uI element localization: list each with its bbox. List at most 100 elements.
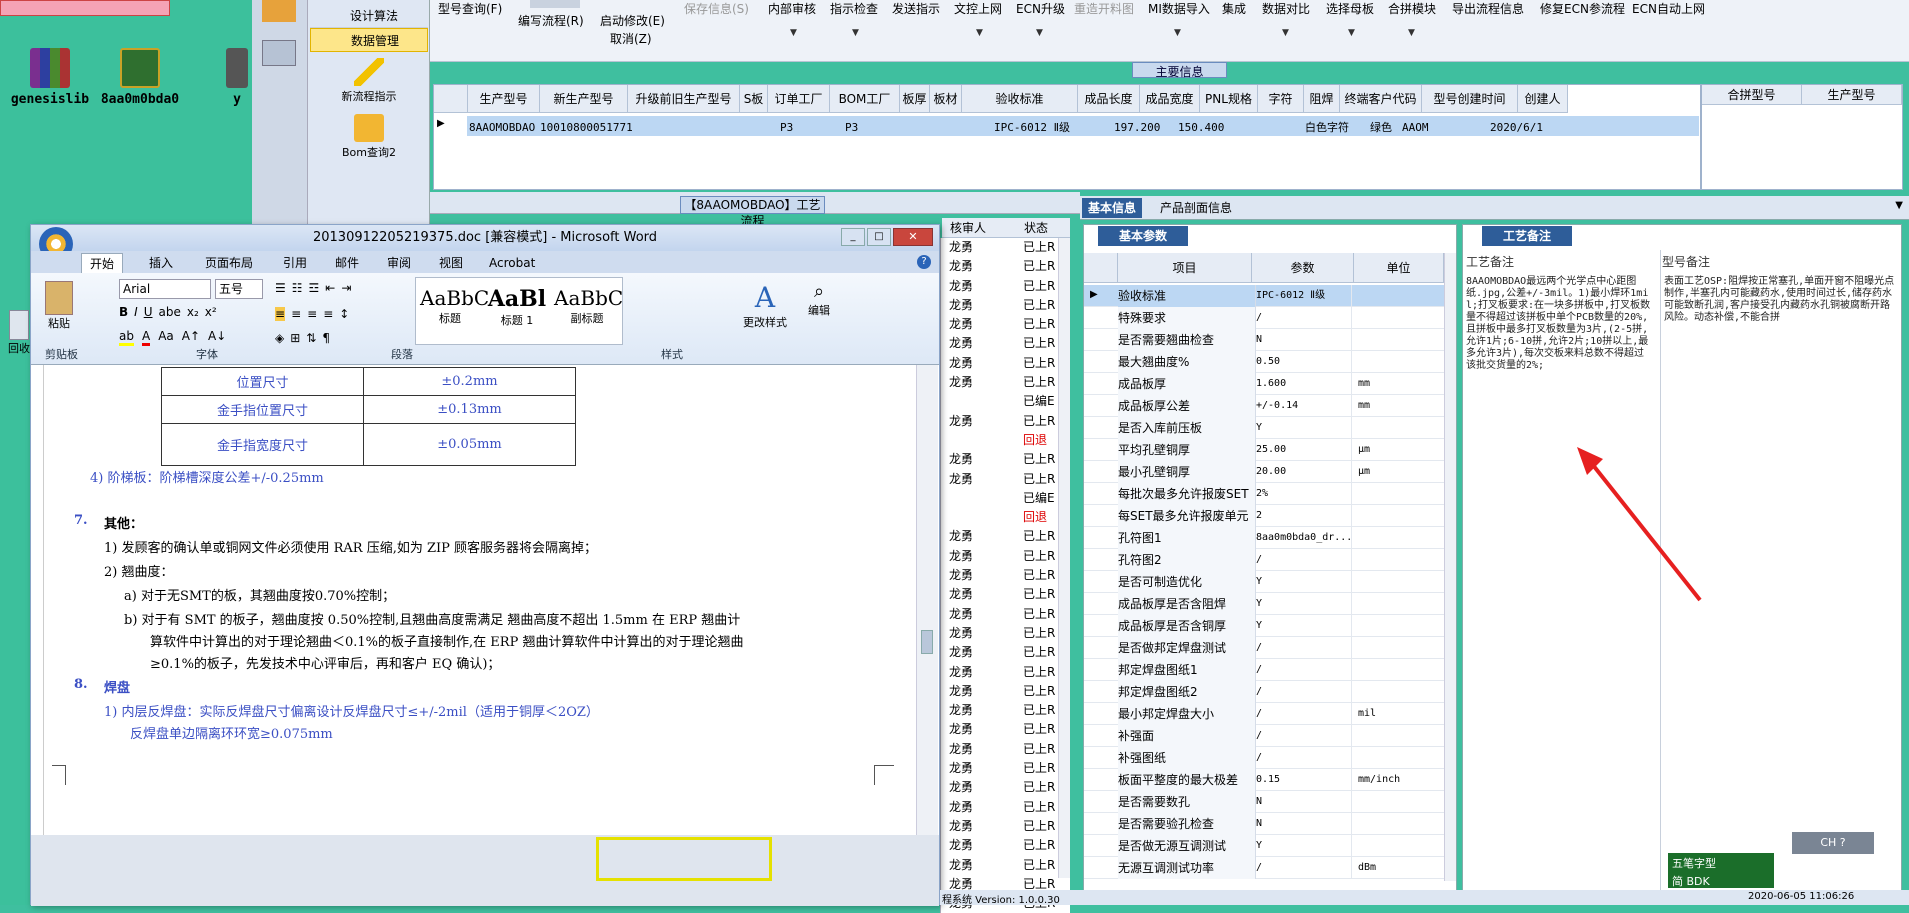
grid-header[interactable]: 新生产型号 [540,85,628,113]
tb-publish[interactable]: 文控上网 [954,0,1002,17]
tb-export-flow[interactable]: 导出流程信息 [1452,0,1524,17]
word-scrollbar[interactable] [916,365,938,835]
sort-icon[interactable]: ⇅ [306,331,316,345]
table-row[interactable]: 是否可制造优化 Y [1084,571,1444,593]
help-icon[interactable]: ? [1840,836,1846,849]
table-row[interactable]: 是否入库前压板 Y [1084,417,1444,439]
edit-button[interactable]: ⌕ 编辑 [799,281,839,318]
table-row[interactable]: 补强面 / [1084,725,1444,747]
tb-ecn-upgrade[interactable]: ECN升级 [1016,0,1065,17]
list-item[interactable]: 龙勇 已上R [941,277,1070,296]
param-value[interactable]: / [1252,747,1352,769]
align-left-icon[interactable]: ≡ [275,307,286,321]
grid-header[interactable]: S板 [740,85,768,113]
param-value[interactable]: / [1252,549,1352,571]
table-row[interactable]: 最小孔壁铜厚 20.00 μm [1084,461,1444,483]
tab-page-layout[interactable]: 页面布局 [197,253,261,273]
grid-header[interactable]: BOM工厂 [830,85,900,113]
numbering-icon[interactable]: ☷ [292,281,303,295]
param-value[interactable]: +/-0.14 [1252,395,1352,417]
tab-view[interactable]: 视图 [431,253,471,273]
list-item[interactable]: 龙勇 已上R [941,720,1070,739]
table-row[interactable]: 是否做邦定焊盘测试 / [1084,637,1444,659]
list-item[interactable]: 龙勇 已上R [941,527,1070,546]
close-icon[interactable]: ✕ [893,228,933,246]
tb-send[interactable]: 发送指示 [892,0,940,17]
grid-header[interactable]: 终端客户代码 [1340,85,1422,113]
tb-internal-review[interactable]: 内部审核 [768,0,816,17]
grid-header[interactable]: 验收标准 [962,85,1078,113]
grid-header[interactable]: 型号创建时间 [1422,85,1518,113]
table-row[interactable]: 成品板厚公差 +/-0.14 mm [1084,395,1444,417]
borders-icon[interactable]: ⊞ [290,331,300,345]
font-name-select[interactable]: Arial [119,279,211,299]
tab-basic-params[interactable]: 基本参数 [1098,226,1188,246]
param-value[interactable]: / [1252,307,1352,329]
style-title[interactable]: AaBbC 标题 [420,286,489,326]
strikethrough-icon[interactable]: abe [159,305,181,319]
tab-mailings[interactable]: 邮件 [327,253,367,273]
tb-mi-import[interactable]: MI数据导入 [1148,0,1210,17]
tb-save[interactable]: 保存信息(S) [684,0,749,17]
table-row[interactable]: ▶ 验收标准 IPC-6012 Ⅱ级 [1084,285,1444,307]
dropdown-arrow-icon[interactable]: ▼ [976,28,983,38]
table-row[interactable]: 邦定焊盘图纸1/ [1084,659,1444,681]
table-row[interactable]: 成品板厚是否含铜厚 Y [1084,615,1444,637]
table-row[interactable]: 是否需要翘曲检查 N [1084,329,1444,351]
paste-button[interactable]: 粘贴 [37,281,81,331]
grid-header[interactable]: PNL规格 [1200,85,1258,113]
grid-header[interactable]: 单位 [1354,253,1444,283]
maximize-icon[interactable]: □ [867,228,891,246]
align-right-icon[interactable]: ≡ [307,307,317,321]
tab-insert[interactable]: 插入 [141,253,181,273]
grow-font-icon[interactable]: A↑ [182,329,200,346]
tb-select-mother[interactable]: 选择母板 [1326,0,1374,17]
tb-ecn-auto[interactable]: ECN自动上网 [1632,0,1705,17]
table-row[interactable]: 孔符图2/ [1084,549,1444,571]
list-item[interactable]: 龙勇 已上R [941,354,1070,373]
param-value[interactable]: / [1252,857,1352,879]
review-scrollbar[interactable] [1058,238,1070,878]
tab-review[interactable]: 审阅 [379,253,419,273]
grid-header[interactable]: 升级前旧生产型号 [628,85,740,113]
list-item[interactable]: 龙勇 已上R [941,334,1070,353]
param-value[interactable]: Y [1252,615,1352,637]
param-value[interactable]: 2 [1252,505,1352,527]
new-flow-button[interactable]: 新流程指示 [310,58,428,104]
underline-icon[interactable]: U [144,305,153,319]
param-value[interactable]: Y [1252,835,1352,857]
table-row[interactable]: 补强图纸 / [1084,747,1444,769]
param-value[interactable]: IPC-6012 Ⅱ级 [1252,285,1352,307]
document-page[interactable]: 位置尺寸 ±0.2mm 金手指位置尺寸 ±0.13mm 金手指宽度尺寸 ±0.05mm… [43,365,913,835]
param-value[interactable]: Y [1252,571,1352,593]
list-item[interactable]: 龙勇 已上R [941,373,1070,392]
list-item[interactable]: 龙勇 已上R [941,624,1070,643]
language-bar[interactable]: CH ? [1792,832,1874,854]
tab-references[interactable]: 引用 [275,253,315,273]
dropdown-arrow-icon[interactable]: ▼ [1282,28,1289,38]
list-item[interactable]: 回退 [941,508,1070,527]
params-scrollbar[interactable] [1444,253,1456,881]
font-size-select[interactable]: 五号 [215,279,263,299]
grid-header[interactable]: 生产型号 [468,85,540,113]
show-marks-icon[interactable]: ¶ [322,331,330,345]
grid-header[interactable]: 合拼型号 [1702,85,1802,105]
param-value[interactable]: 25.00 [1252,439,1352,461]
increase-indent-icon[interactable]: ⇥ [341,281,351,295]
tab-acrobat[interactable]: Acrobat [481,253,543,273]
justify-icon[interactable]: ≡ [323,307,333,321]
list-item[interactable]: 龙勇 已上R [941,296,1070,315]
list-item[interactable]: 龙勇 已上R [941,778,1070,797]
italic-icon[interactable]: I [134,305,138,319]
desktop-icon-genesislib[interactable]: genesislib [0,48,100,107]
minimize-icon[interactable]: _ [841,228,865,246]
param-value[interactable]: 0.50 [1252,351,1352,373]
param-value[interactable]: / [1252,681,1352,703]
table-row[interactable]: 最小邦定焊盘大小 / mil [1084,703,1444,725]
list-item[interactable]: 龙勇 已上R [941,315,1070,334]
recycle-bin[interactable]: 回收 [6,310,32,356]
param-value[interactable]: Y [1252,417,1352,439]
table-row[interactable]: 平均孔壁铜厚 25.00 μm [1084,439,1444,461]
list-item[interactable]: 龙勇 已上R [941,759,1070,778]
list-item[interactable]: 龙勇 已上R [941,257,1070,276]
